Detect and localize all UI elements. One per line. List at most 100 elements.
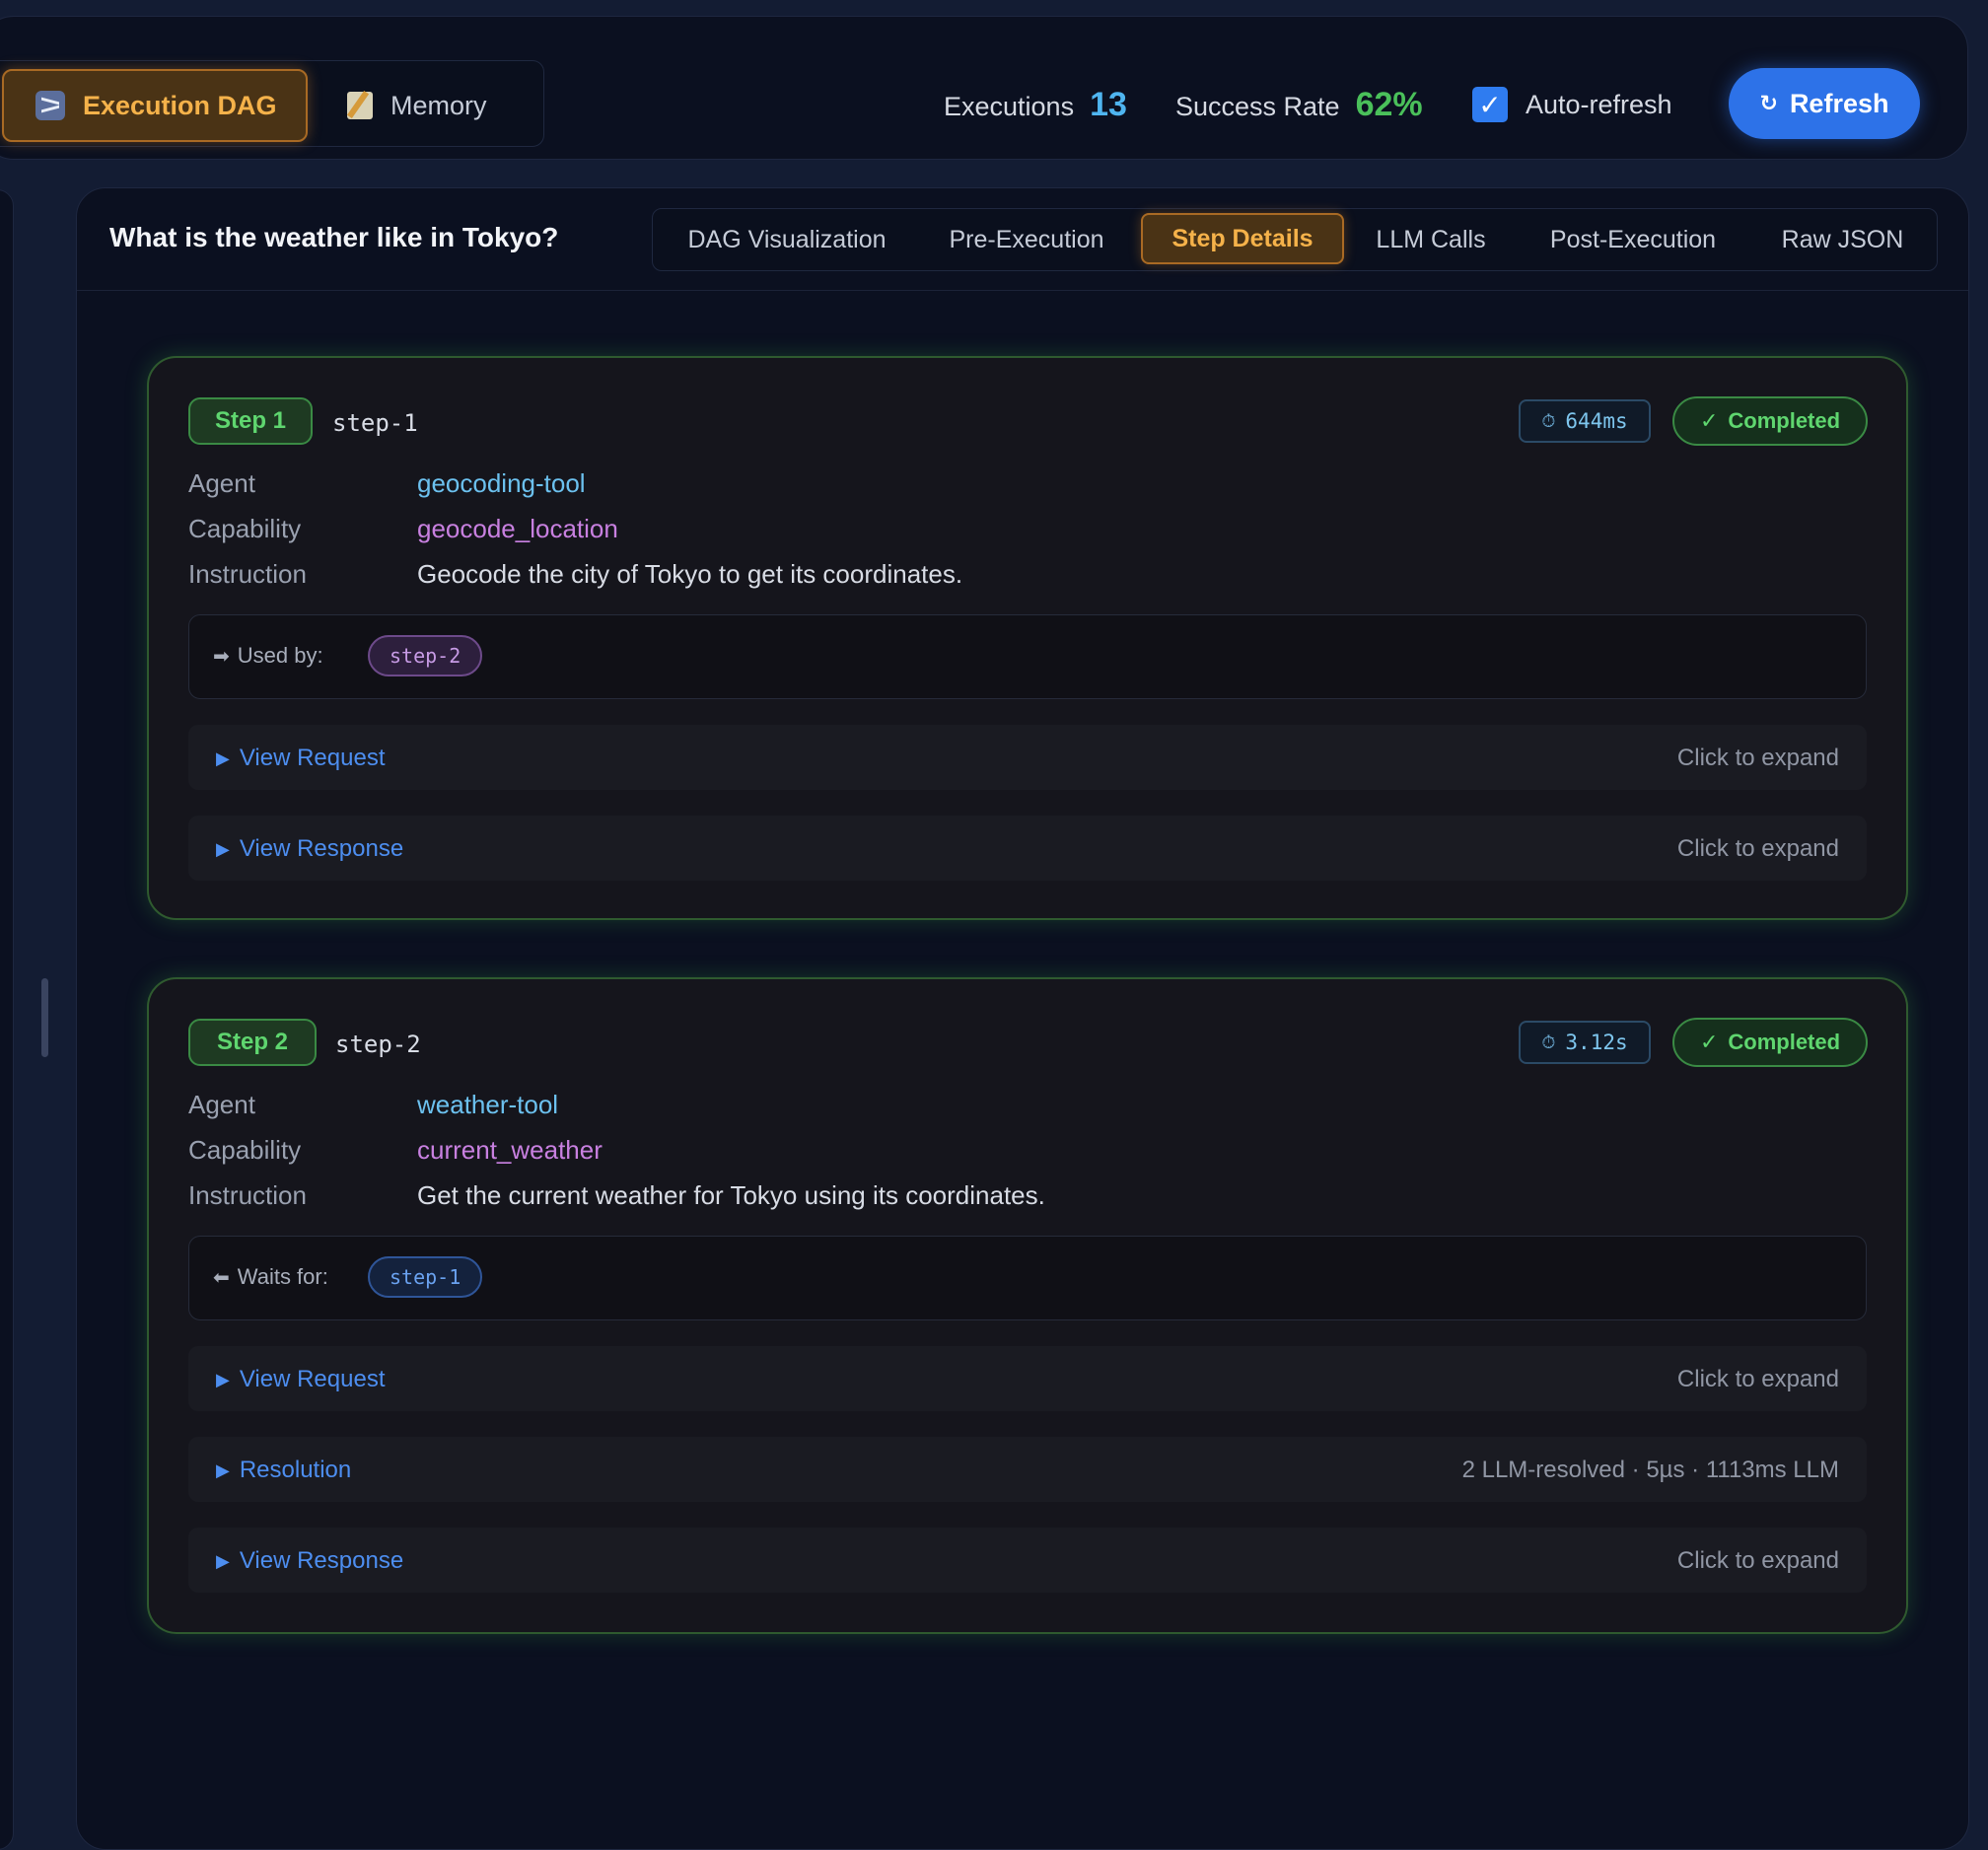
success-rate-stat: Success Rate 62% bbox=[1175, 86, 1423, 124]
instruction-label: Instruction bbox=[188, 1180, 307, 1210]
refresh-label: Refresh bbox=[1789, 88, 1889, 118]
dependency-box: ➡ Used by: step-2 bbox=[188, 614, 1867, 699]
expander-hint: Click to expand bbox=[1676, 1547, 1839, 1574]
expander-title: ▶ View Request bbox=[216, 745, 386, 772]
duration-badge: ⏱ 3.12s bbox=[1519, 1021, 1651, 1064]
agent-label: Agent bbox=[188, 468, 255, 498]
query-title: What is the weather like in Tokyo? bbox=[109, 222, 559, 252]
view-switcher: Execution DAG Memory bbox=[0, 60, 544, 147]
waits-for-text: Waits for: bbox=[237, 1264, 328, 1289]
expander-title: ▶ Resolution bbox=[216, 1457, 351, 1484]
step-card: Step 1 step-1 ⏱ 644ms ✓ Completed Agent … bbox=[147, 356, 1908, 920]
status-badge: ✓ Completed bbox=[1672, 396, 1868, 446]
success-rate-label: Success Rate bbox=[1175, 92, 1340, 121]
step-number-badge: Step 1 bbox=[188, 397, 313, 445]
agent-value: geocoding-tool bbox=[417, 468, 586, 498]
execution-dag-label: Execution DAG bbox=[83, 90, 277, 120]
expander-title: ▶ View Response bbox=[216, 1547, 403, 1575]
memory-tab[interactable]: Memory bbox=[347, 69, 525, 142]
tab-raw-json[interactable]: Raw JSON bbox=[1748, 209, 1937, 270]
tab-step-details[interactable]: Step Details bbox=[1141, 213, 1344, 264]
used-by-text: Used by: bbox=[237, 643, 323, 668]
capability-row: Capability geocode_location bbox=[188, 514, 618, 544]
expander-title: ▶ View Response bbox=[216, 835, 403, 863]
dependency-pill[interactable]: step-2 bbox=[368, 635, 483, 676]
tab-dag-visualization[interactable]: DAG Visualization bbox=[653, 209, 921, 270]
execution-dag-tab[interactable]: Execution DAG bbox=[2, 69, 308, 142]
instruction-row: Instruction Geocode the city of Tokyo to… bbox=[188, 559, 962, 590]
execution-detail-panel: What is the weather like in Tokyo? DAG V… bbox=[76, 187, 1969, 1850]
play-triangle-icon: ▶ bbox=[216, 1369, 230, 1389]
dependency-pill[interactable]: step-1 bbox=[368, 1256, 483, 1298]
instruction-row: Instruction Get the current weather for … bbox=[188, 1180, 1045, 1211]
duration-value: 3.12s bbox=[1565, 1031, 1628, 1054]
instruction-value: Geocode the city of Tokyo to get its coo… bbox=[417, 559, 963, 589]
resize-handle[interactable] bbox=[41, 978, 48, 1057]
agent-row: Agent geocoding-tool bbox=[188, 468, 586, 499]
step-number-badge: Step 2 bbox=[188, 1019, 317, 1066]
status-label: Completed bbox=[1728, 408, 1841, 433]
status-badge: ✓ Completed bbox=[1672, 1018, 1868, 1067]
agent-row: Agent weather-tool bbox=[188, 1090, 558, 1120]
top-bar: Execution DAG Memory Executions 13 Succe… bbox=[0, 16, 1968, 160]
play-triangle-icon: ▶ bbox=[216, 747, 230, 768]
duration-badge: ⏱ 644ms bbox=[1519, 399, 1651, 443]
stopwatch-icon: ⏱ bbox=[1541, 410, 1556, 432]
arrow-right-icon: ➡ bbox=[213, 645, 230, 668]
checkmark-icon: ✓ bbox=[1699, 1030, 1719, 1054]
used-by-label: ➡ Used by: bbox=[213, 643, 323, 669]
waits-for-label: ⬅ Waits for: bbox=[213, 1264, 328, 1290]
agent-value: weather-tool bbox=[417, 1090, 559, 1119]
instruction-value: Get the current weather for Tokyo using … bbox=[417, 1180, 1045, 1210]
expander-title-text: Resolution bbox=[239, 1457, 352, 1483]
capability-label: Capability bbox=[188, 1135, 302, 1165]
left-sidebar bbox=[0, 189, 14, 1850]
view-request-expander[interactable]: ▶ View Request Click to expand bbox=[188, 1346, 1867, 1411]
expander-title-text: View Response bbox=[239, 1547, 404, 1574]
status-label: Completed bbox=[1728, 1030, 1841, 1054]
capability-value: geocode_location bbox=[417, 514, 618, 543]
checkmark-icon: ✓ bbox=[1699, 408, 1719, 433]
tab-post-execution[interactable]: Post-Execution bbox=[1518, 209, 1748, 270]
memo-icon bbox=[347, 92, 373, 119]
dependency-box: ⬅ Waits for: step-1 bbox=[188, 1236, 1867, 1320]
auto-refresh-checkbox[interactable]: ✓ bbox=[1472, 87, 1508, 122]
expander-hint: Click to expand bbox=[1676, 1366, 1839, 1392]
stopwatch-icon: ⏱ bbox=[1541, 1032, 1556, 1053]
resolution-expander[interactable]: ▶ Resolution 2 LLM-resolved · 5µs · 1113… bbox=[188, 1437, 1867, 1502]
tab-llm-calls[interactable]: LLM Calls bbox=[1344, 209, 1518, 270]
expander-title-text: View Request bbox=[239, 745, 386, 771]
expander-title-text: View Response bbox=[239, 835, 404, 862]
refresh-button[interactable]: ↻ Refresh bbox=[1729, 68, 1920, 139]
play-triangle-icon: ▶ bbox=[216, 838, 230, 859]
agent-label: Agent bbox=[188, 1090, 255, 1119]
panel-header: What is the weather like in Tokyo? DAG V… bbox=[77, 188, 1968, 291]
view-request-expander[interactable]: ▶ View Request Click to expand bbox=[188, 725, 1867, 790]
step-id: step-1 bbox=[332, 409, 418, 437]
view-response-expander[interactable]: ▶ View Response Click to expand bbox=[188, 816, 1867, 881]
resolution-summary: 2 LLM-resolved · 5µs · 1113ms LLM bbox=[1461, 1457, 1839, 1483]
play-triangle-icon: ▶ bbox=[216, 1550, 230, 1571]
auto-refresh-toggle[interactable]: ✓ Auto-refresh bbox=[1472, 87, 1672, 122]
executions-label: Executions bbox=[944, 92, 1075, 121]
expander-hint: Click to expand bbox=[1676, 745, 1839, 771]
tab-pre-execution[interactable]: Pre-Execution bbox=[921, 209, 1132, 270]
success-rate-value: 62% bbox=[1355, 86, 1423, 123]
step-card: Step 2 step-2 ⏱ 3.12s ✓ Completed Agent … bbox=[147, 977, 1908, 1634]
capability-row: Capability current_weather bbox=[188, 1135, 603, 1166]
detail-tabs: DAG Visualization Pre-Execution Step Det… bbox=[652, 208, 1938, 271]
refresh-icon: ↻ bbox=[1759, 91, 1778, 115]
auto-refresh-label: Auto-refresh bbox=[1526, 89, 1672, 119]
executions-count: 13 bbox=[1090, 86, 1127, 123]
duration-value: 644ms bbox=[1565, 409, 1628, 433]
capability-label: Capability bbox=[188, 514, 302, 543]
step-id: step-2 bbox=[335, 1031, 421, 1058]
dag-icon bbox=[36, 91, 65, 120]
play-triangle-icon: ▶ bbox=[216, 1459, 230, 1480]
executions-stat: Executions 13 bbox=[944, 86, 1127, 124]
arrow-left-icon: ⬅ bbox=[213, 1266, 230, 1289]
view-response-expander[interactable]: ▶ View Response Click to expand bbox=[188, 1528, 1867, 1593]
expander-hint: Click to expand bbox=[1676, 835, 1839, 862]
expander-title: ▶ View Request bbox=[216, 1366, 386, 1393]
expander-title-text: View Request bbox=[239, 1366, 386, 1392]
